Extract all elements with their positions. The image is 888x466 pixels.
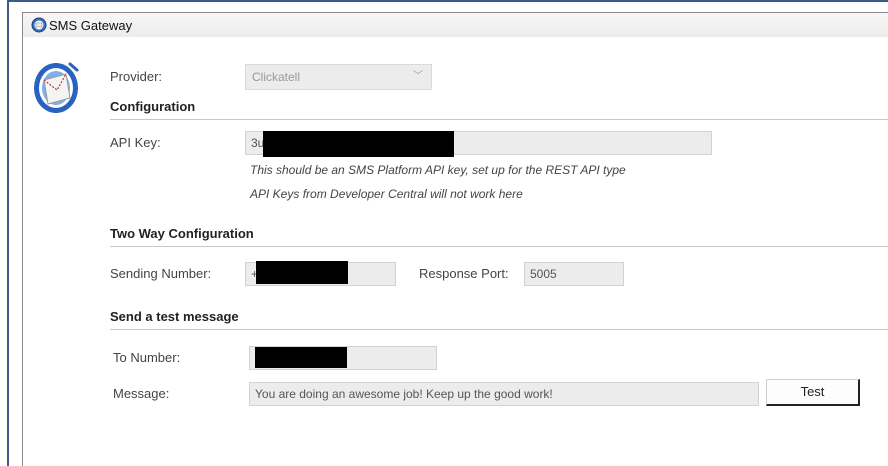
response-port-label: Response Port: <box>419 266 509 281</box>
section-divider <box>110 329 888 330</box>
redaction-bar <box>256 261 348 284</box>
window-border-top <box>7 0 888 2</box>
redaction-bar <box>263 131 454 157</box>
api-key-note-line1: This should be an SMS Platform API key, … <box>250 163 626 177</box>
redaction-bar <box>255 347 347 368</box>
response-port-input[interactable]: 5005 <box>524 262 624 286</box>
provider-value: Clickatell <box>252 70 301 84</box>
two-way-heading: Two Way Configuration <box>110 226 254 241</box>
sms-gateway-panel: Provider: Clickatell ﹀ Configuration API… <box>22 37 888 466</box>
sms-gateway-icon <box>31 17 47 33</box>
response-port-value: 5005 <box>530 267 557 281</box>
message-input[interactable]: You are doing an awesome job! Keep up th… <box>249 382 759 406</box>
title-bar: SMS Gateway <box>22 12 888 38</box>
window-border-left <box>7 0 9 466</box>
provider-label: Provider: <box>110 69 163 84</box>
section-divider <box>110 119 888 120</box>
window-title: SMS Gateway <box>49 18 133 33</box>
api-key-note-line2: API Keys from Developer Central will not… <box>250 187 523 201</box>
test-button[interactable]: Test <box>766 379 860 406</box>
sending-number-label: Sending Number: <box>110 266 212 281</box>
section-divider <box>110 246 888 247</box>
sms-gateway-logo-icon <box>34 62 79 113</box>
api-key-label: API Key: <box>110 135 161 150</box>
test-message-heading: Send a test message <box>110 309 239 324</box>
message-label: Message: <box>113 386 170 401</box>
configuration-heading: Configuration <box>110 99 196 114</box>
provider-select[interactable]: Clickatell ﹀ <box>245 64 432 90</box>
message-value: You are doing an awesome job! Keep up th… <box>255 387 553 401</box>
chevron-down-icon[interactable]: ﹀ <box>413 65 423 89</box>
to-number-label: To Number: <box>113 350 181 365</box>
